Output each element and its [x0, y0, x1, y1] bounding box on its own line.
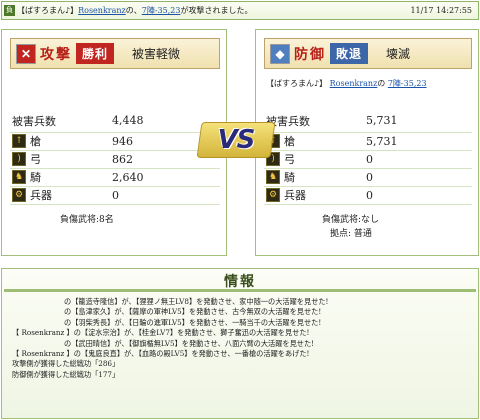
defense-role-label: 防御 — [294, 46, 326, 63]
table-row: ) 弓 862 — [10, 150, 220, 169]
unit-value: 0 — [364, 168, 472, 187]
battle-notice-bar: 負 【ばすろまん♪】 Rosenkranz の、 7陣-35,23 が攻撃されま… — [1, 1, 479, 20]
table-row: ⚙ 兵器 0 — [264, 186, 472, 205]
table-row: 被害兵数 4,448 — [10, 110, 220, 133]
unit-value: 0 — [110, 186, 220, 205]
table-row: ♞ 騎 2,640 — [10, 168, 220, 187]
attack-damage-level: 被害軽微 — [132, 47, 181, 61]
attack-panel: ✕ 攻撃 勝利 被害軽微 被害兵数 4,448 ↑ 槍 946 ) 弓 862 ♞ 騎… — [1, 29, 227, 256]
table-row: ) 弓 0 — [264, 150, 472, 169]
defense-losses-table: 被害兵数 5,731 ↑ 槍 5,731 ) 弓 0 ♞ 騎 0 ⚙ 兵器 0 — [264, 110, 472, 205]
defender-lord-link[interactable]: Rosenkranz — [330, 79, 378, 88]
table-row: 被害兵数 5,731 — [264, 110, 472, 133]
siege-icon: ⚙ — [266, 188, 280, 202]
bow-icon: ) — [12, 152, 26, 166]
notice-suffix: が攻撃されました。 — [180, 6, 253, 15]
defender-name: 【ばすろまん♪】 — [266, 79, 328, 88]
table-row: ♞ 騎 0 — [264, 168, 472, 187]
result-badge: 負 — [4, 5, 15, 16]
attack-header: ✕ 攻撃 勝利 被害軽微 — [10, 38, 220, 69]
horse-icon: ♞ — [266, 170, 280, 184]
battle-info-section: 情報 の【籠造寺隆信】が、【狸狸ノ無王LV8】を発動させ、家中随一の大活躍を見せ… — [1, 268, 479, 419]
defender-info: 【ばすろまん♪】 Rosenkranzの 7陣-35,23 — [266, 78, 427, 89]
attack-injured-generals: 負傷武将:8名 — [60, 215, 114, 225]
defense-base-status: 拠点: 普通 — [330, 229, 372, 239]
total-losses-value: 5,731 — [364, 110, 472, 133]
unit-label: 弓 — [284, 153, 295, 166]
defense-injured-generals: 負傷武将:なし — [322, 215, 380, 225]
swords-icon: ✕ — [16, 43, 36, 64]
unit-value: 0 — [364, 186, 472, 205]
notice-mid: の、 — [125, 6, 142, 15]
attack-losses-table: 被害兵数 4,448 ↑ 槍 946 ) 弓 862 ♞ 騎 2,640 ⚙ 兵器 0 — [10, 110, 220, 205]
unit-label: 兵器 — [30, 189, 52, 202]
attack-result-badge: 勝利 — [76, 43, 115, 64]
vs-label: VS — [217, 125, 256, 155]
unit-label: 槍 — [284, 135, 295, 148]
defense-result-badge: 敗退 — [330, 43, 369, 64]
info-divider — [4, 289, 476, 292]
unit-value: 0 — [364, 150, 472, 169]
unit-value: 5,731 — [364, 132, 472, 151]
attacker-lord-link[interactable]: Rosenkranz — [78, 6, 126, 15]
log-line: の【武田晴信】が、【御旗楯無LV5】を発動させ、八面六臂の大活躍を見せた! — [64, 338, 315, 348]
log-line: の【羽柴秀長】が、【日輪の進軍LV5】を発動させ、一騎当千の大活躍を見せた! — [64, 317, 322, 327]
notice-timestamp: 11/17 14:27:55 — [410, 6, 472, 15]
total-losses-label: 被害兵数 — [264, 110, 364, 133]
log-line: の【島津家久】が、【薩摩の軍神LV5】を発動させ、古今無双の大活躍を見せた! — [64, 307, 322, 317]
shield-icon: ◆ — [270, 43, 290, 64]
total-losses-label: 被害兵数 — [10, 110, 110, 133]
unit-label: 兵器 — [284, 189, 306, 202]
battle-log: の【籠造寺隆信】が、【狸狸ノ無王LV8】を発動させ、家中随一の大活躍を見せた! … — [12, 297, 328, 380]
target-location-link[interactable]: 7陣-35,23 — [142, 5, 181, 16]
defense-header: ◆ 防御 敗退 壊滅 — [264, 38, 472, 69]
horse-icon: ♞ — [12, 170, 26, 184]
unit-label: 騎 — [30, 171, 41, 184]
siege-icon: ⚙ — [12, 188, 26, 202]
table-row: ↑ 槍 946 — [10, 132, 220, 151]
table-row: ↑ 槍 5,731 — [264, 132, 472, 151]
table-row: ⚙ 兵器 0 — [10, 186, 220, 205]
unit-value: 2,640 — [110, 168, 220, 187]
log-line: 【 Rosenkranz 】の【淀水宗治】が、【桂金LV7】を発動させ、獅子奮迅… — [12, 328, 310, 338]
vs-emblem: VS — [196, 118, 276, 162]
attack-merit-line: 攻撃側が獲得した総戦功「286」 — [12, 359, 120, 369]
defender-link-mid: の — [377, 79, 386, 88]
unit-label: 騎 — [284, 171, 295, 184]
info-title: 情報 — [224, 274, 256, 290]
unit-label: 弓 — [30, 153, 41, 166]
attacker-name: 【ばすろまん♪】 — [17, 6, 79, 15]
log-line: 【 Rosenkranz 】の【鬼庭良直】が、【血路の殿LV5】を発動させ、一番… — [12, 349, 310, 359]
unit-label: 槍 — [30, 135, 41, 148]
spear-icon: ↑ — [12, 134, 26, 148]
defender-location-link[interactable]: 7陣-35,23 — [388, 79, 427, 88]
defense-merit-line: 防御側が獲得した総戦功「177」 — [12, 369, 120, 379]
log-line: の【籠造寺隆信】が、【狸狸ノ無王LV8】を発動させ、家中随一の大活躍を見せた! — [64, 297, 329, 306]
attack-role-label: 攻撃 — [40, 46, 72, 63]
defense-damage-level: 壊滅 — [386, 47, 411, 61]
defense-panel: ◆ 防御 敗退 壊滅 【ばすろまん♪】 Rosenkranzの 7陣-35,23… — [255, 29, 479, 256]
